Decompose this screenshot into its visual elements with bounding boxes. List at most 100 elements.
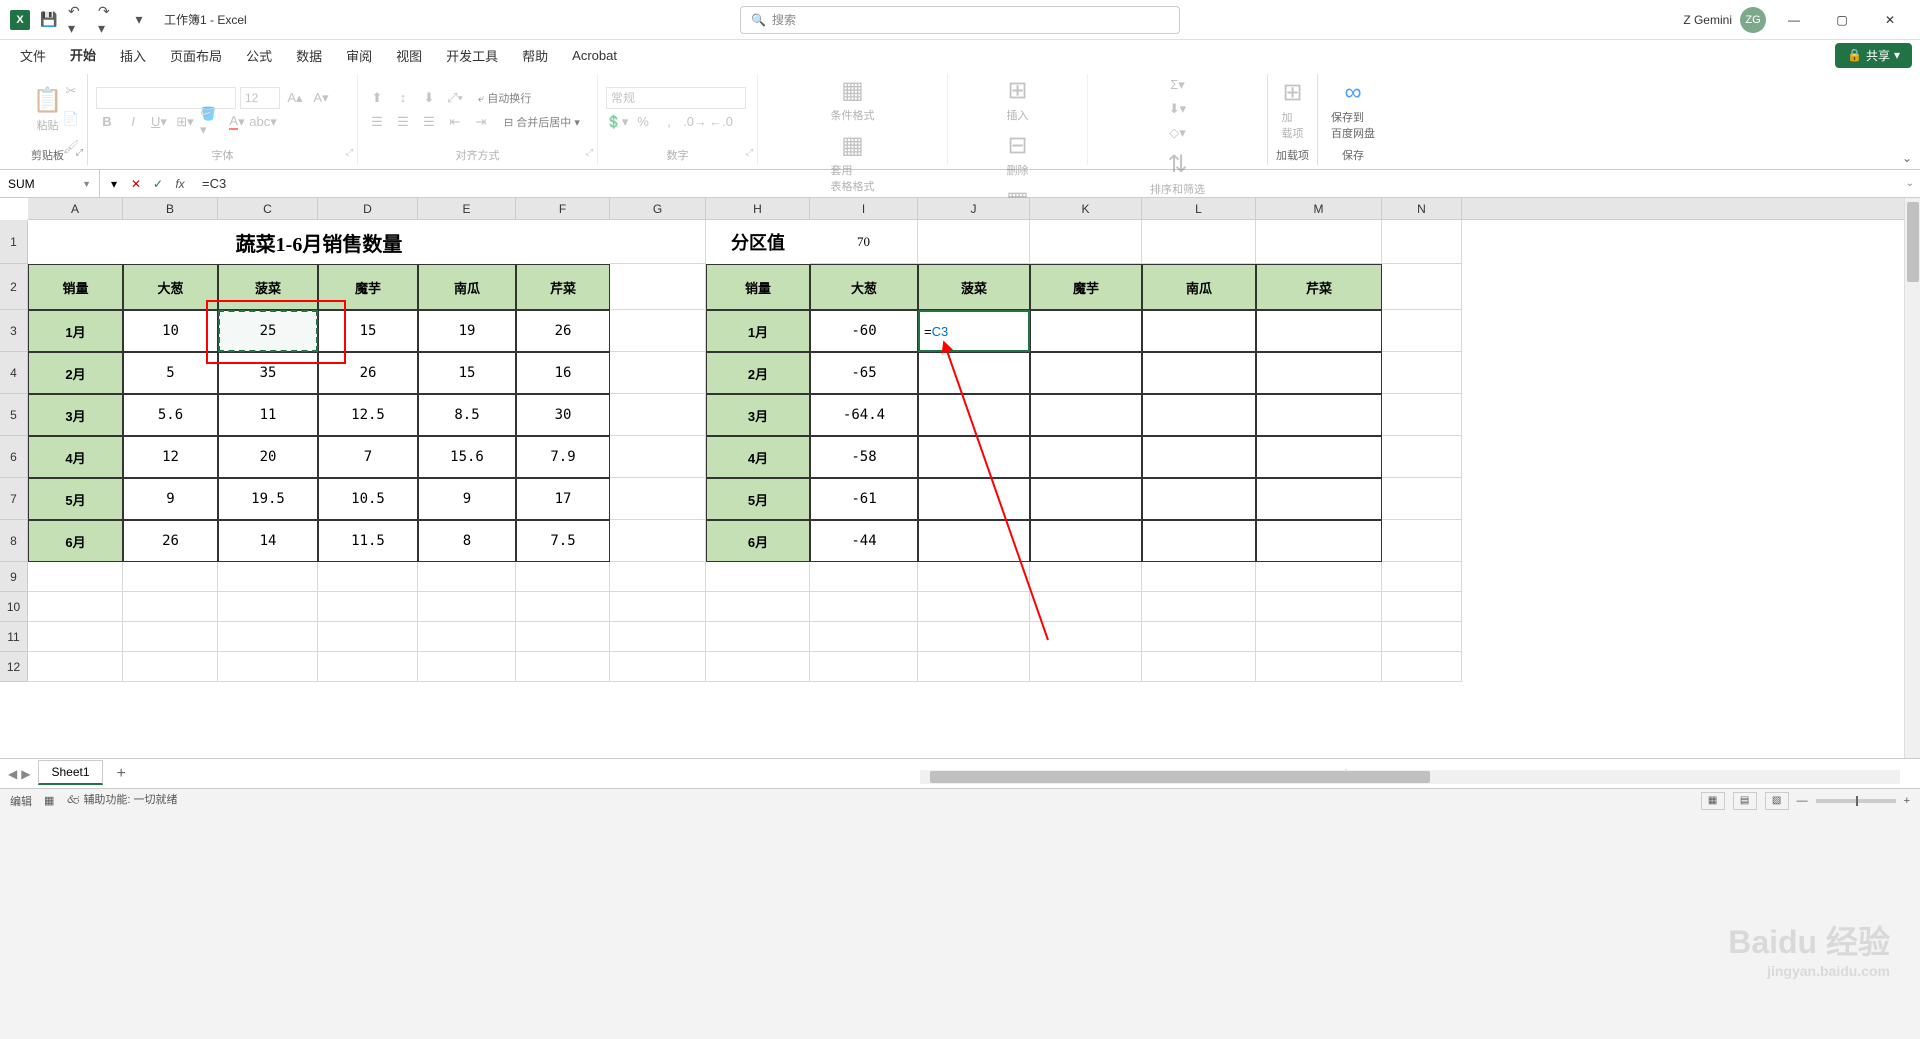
cell-M7[interactable] xyxy=(1256,478,1382,520)
col-header[interactable]: C xyxy=(218,198,318,219)
indent-inc-icon[interactable]: ⇥ xyxy=(470,111,492,133)
fill-icon[interactable]: ⬇▾ xyxy=(1167,98,1189,120)
cell-C12[interactable] xyxy=(218,652,318,682)
formula-expand-icon[interactable]: ⌄ xyxy=(1900,178,1920,189)
cell-J8[interactable] xyxy=(918,520,1030,562)
tab-file[interactable]: 文件 xyxy=(8,40,58,71)
border-icon[interactable]: ⊞▾ xyxy=(174,111,196,133)
cell-C4[interactable]: 35 xyxy=(218,352,318,394)
cell-M6[interactable] xyxy=(1256,436,1382,478)
cell-D7[interactable]: 10.5 xyxy=(318,478,418,520)
share-button[interactable]: 🔒 共享 ▾ xyxy=(1835,43,1912,68)
cell-A2[interactable]: 销量 xyxy=(28,264,123,310)
cell-A5[interactable]: 3月 xyxy=(28,394,123,436)
italic-icon[interactable]: I xyxy=(122,111,144,133)
table-format-button[interactable]: ▦套用 表格格式 xyxy=(827,129,879,196)
cell-E11[interactable] xyxy=(418,622,516,652)
cell-B5[interactable]: 5.6 xyxy=(123,394,218,436)
col-header[interactable]: B xyxy=(123,198,218,219)
row-header[interactable]: 3 xyxy=(0,310,27,352)
cell-C6[interactable]: 20 xyxy=(218,436,318,478)
cell-J11[interactable] xyxy=(918,622,1030,652)
cell-C5[interactable]: 11 xyxy=(218,394,318,436)
cell-A9[interactable] xyxy=(28,562,123,592)
cell-J7[interactable] xyxy=(918,478,1030,520)
cell-H2[interactable]: 销量 xyxy=(706,264,810,310)
cell-N4[interactable] xyxy=(1382,352,1462,394)
cell-E4[interactable]: 15 xyxy=(418,352,516,394)
addins-button[interactable]: ⊞加 载项 xyxy=(1276,76,1309,143)
indent-dec-icon[interactable]: ⇤ xyxy=(444,111,466,133)
tab-insert[interactable]: 插入 xyxy=(108,40,158,71)
cell-G8[interactable] xyxy=(610,520,706,562)
cell-L2[interactable]: 南瓜 xyxy=(1142,264,1256,310)
fx-icon[interactable]: fx xyxy=(170,174,190,194)
vertical-scrollbar[interactable] xyxy=(1904,198,1920,758)
bold-icon[interactable]: B xyxy=(96,111,118,133)
cell-K7[interactable] xyxy=(1030,478,1142,520)
cell-G7[interactable] xyxy=(610,478,706,520)
inc-decimal-icon[interactable]: .0→ xyxy=(684,111,706,133)
zoom-in-icon[interactable]: + xyxy=(1904,795,1910,807)
percent-icon[interactable]: % xyxy=(632,111,654,133)
row-header[interactable]: 10 xyxy=(0,592,27,622)
cell-N2[interactable] xyxy=(1382,264,1462,310)
cell-G12[interactable] xyxy=(610,652,706,682)
maximize-button[interactable]: ▢ xyxy=(1822,5,1862,35)
horizontal-scrollbar[interactable] xyxy=(920,770,1900,784)
qat-redo-icon[interactable]: ↷ ▾ xyxy=(98,9,120,31)
cell-K11[interactable] xyxy=(1030,622,1142,652)
cell-H7[interactable]: 5月 xyxy=(706,478,810,520)
cell-J4[interactable] xyxy=(918,352,1030,394)
cell-B3[interactable]: 10 xyxy=(123,310,218,352)
cell-M12[interactable] xyxy=(1256,652,1382,682)
cell-L1[interactable] xyxy=(1142,220,1256,264)
grid-area[interactable]: ABCDEFGHIJKLMN 123456789101112 蔬菜1-6月销售数… xyxy=(0,198,1920,758)
cell-L10[interactable] xyxy=(1142,592,1256,622)
launcher-icon[interactable]: ⤢ xyxy=(746,147,753,158)
cell-N9[interactable] xyxy=(1382,562,1462,592)
cell-B6[interactable]: 12 xyxy=(123,436,218,478)
align-middle-icon[interactable]: ↕ xyxy=(392,87,414,109)
cell-F8[interactable]: 7.5 xyxy=(516,520,610,562)
delete-cells-button[interactable]: ⊟删除 xyxy=(1003,129,1033,180)
fill-color-icon[interactable]: 🪣▾ xyxy=(200,111,222,133)
baidu-save-button[interactable]: ∞保存到 百度网盘 xyxy=(1326,77,1380,143)
cell-D5[interactable]: 12.5 xyxy=(318,394,418,436)
cell-H8[interactable]: 6月 xyxy=(706,520,810,562)
cell-H1[interactable]: 分区值 xyxy=(706,220,810,264)
cell-M1[interactable] xyxy=(1256,220,1382,264)
launcher-icon[interactable]: ⤢ xyxy=(346,147,353,158)
launcher-icon[interactable]: ⤢ xyxy=(586,147,593,158)
close-button[interactable]: ✕ xyxy=(1870,5,1910,35)
cell-K6[interactable] xyxy=(1030,436,1142,478)
cell-A10[interactable] xyxy=(28,592,123,622)
cell-G11[interactable] xyxy=(610,622,706,652)
cell-F10[interactable] xyxy=(516,592,610,622)
comma-icon[interactable]: , xyxy=(658,111,680,133)
cell-B11[interactable] xyxy=(123,622,218,652)
cell-D6[interactable]: 7 xyxy=(318,436,418,478)
zoom-out-icon[interactable]: — xyxy=(1797,795,1808,807)
cell-L5[interactable] xyxy=(1142,394,1256,436)
sheet-prev-icon[interactable]: ◀ xyxy=(8,767,17,781)
cell-L9[interactable] xyxy=(1142,562,1256,592)
cell-L6[interactable] xyxy=(1142,436,1256,478)
cell-C11[interactable] xyxy=(218,622,318,652)
name-box[interactable]: SUM ▼ xyxy=(0,170,100,197)
cell-G1[interactable] xyxy=(610,220,706,264)
cell-H3[interactable]: 1月 xyxy=(706,310,810,352)
col-header[interactable]: H xyxy=(706,198,810,219)
align-center-icon[interactable]: ☰ xyxy=(392,111,414,133)
cell-J1[interactable] xyxy=(918,220,1030,264)
cancel-icon[interactable]: ✕ xyxy=(126,174,146,194)
cell-D12[interactable] xyxy=(318,652,418,682)
align-left-icon[interactable]: ☰ xyxy=(366,111,388,133)
cell-K10[interactable] xyxy=(1030,592,1142,622)
cell-G2[interactable] xyxy=(610,264,706,310)
row-header[interactable]: 8 xyxy=(0,520,27,562)
cell-G10[interactable] xyxy=(610,592,706,622)
cell-E10[interactable] xyxy=(418,592,516,622)
tab-review[interactable]: 审阅 xyxy=(334,40,384,71)
cell-M5[interactable] xyxy=(1256,394,1382,436)
